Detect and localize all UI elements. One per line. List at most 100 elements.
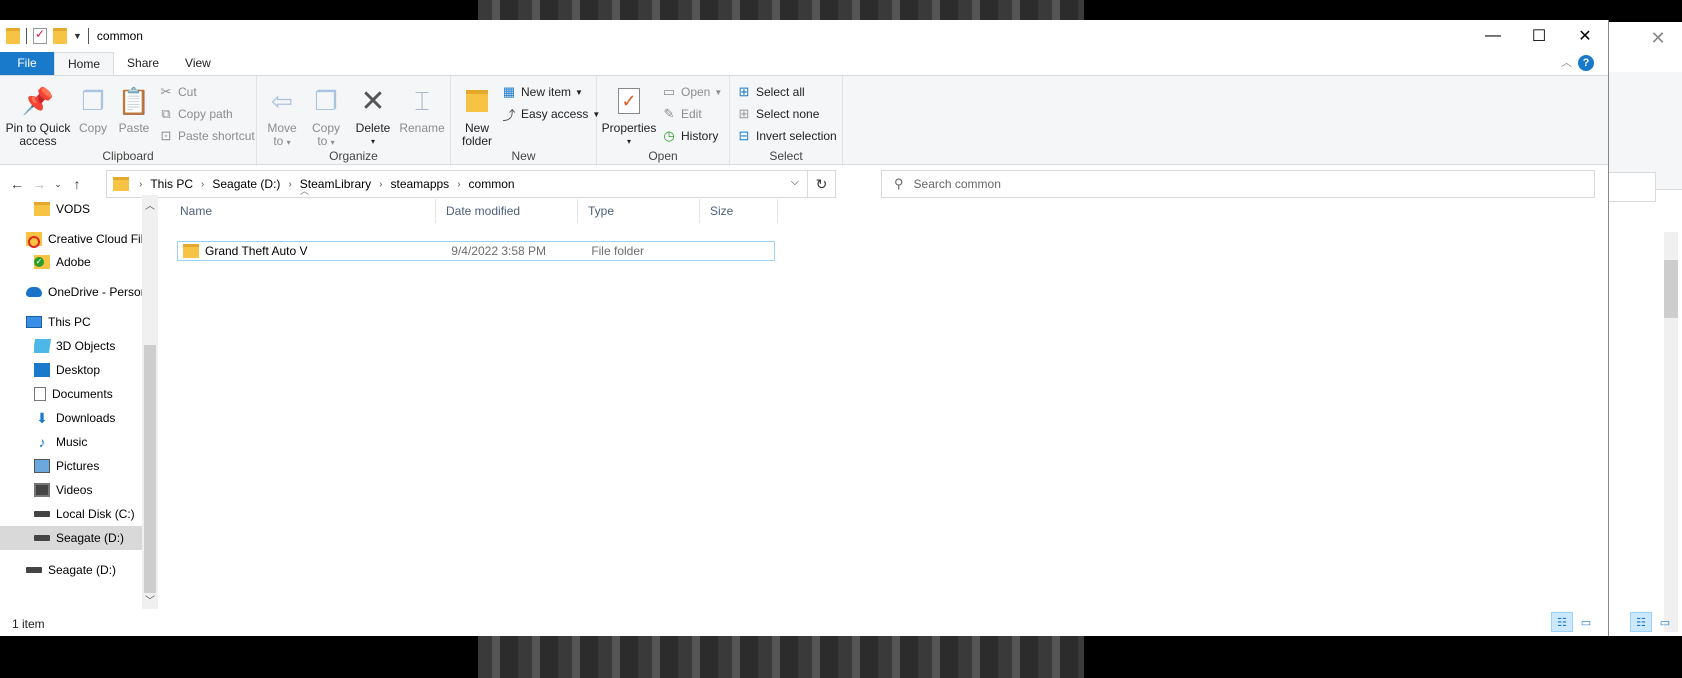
paste-shortcut-label: Paste shortcut [178,129,255,143]
new-folder-button[interactable]: New folder [457,80,497,148]
file-name: Grand Theft Auto V [205,244,308,258]
table-row[interactable]: Grand Theft Auto V 9/4/2022 3:58 PM File… [177,241,775,261]
close-button[interactable]: ✕ [1562,20,1608,52]
paste-button[interactable]: 📋 Paste [114,80,154,135]
breadcrumb-separator-icon[interactable]: › [288,179,291,190]
help-icon[interactable]: ? [1578,55,1594,71]
select-all-button[interactable]: ⊞ Select all [736,82,805,102]
select-none-label: Select none [756,107,820,121]
edit-button[interactable]: ✎ Edit [661,104,702,124]
maximize-button[interactable]: ☐ [1516,20,1562,52]
invert-selection-button[interactable]: ⊟ Invert selection [736,126,837,146]
customize-toolbar-dropdown-icon[interactable]: ▼ [73,31,82,41]
properties-label: Properties [601,121,657,135]
nav-item-seagate[interactable]: Seagate (D:) [26,558,158,582]
select-all-label: Select all [756,85,805,99]
nav-item-creative-cloud[interactable]: Creative Cloud Files [26,227,158,251]
breadcrumb-seagate[interactable]: Seagate (D:) [212,177,280,191]
title-bar[interactable]: ▼ common — ☐ ✕ [0,20,1608,52]
search-input[interactable]: ⚲ Search common [881,170,1595,198]
breadcrumb-separator-icon[interactable]: › [139,179,142,190]
nav-item-pictures[interactable]: Pictures [34,454,158,478]
history-button[interactable]: ◷ History [661,126,718,146]
move-to-icon: ⇦ [271,85,293,116]
nav-item-desktop[interactable]: Desktop [34,358,158,382]
breadcrumb-steamlibrary[interactable]: SteamLibrary [300,177,371,191]
forward-arrow-icon[interactable]: → [28,176,50,192]
copy-to-button[interactable]: ❐ Copy to ▾ [305,80,347,149]
chevron-down-icon: ▾ [626,137,631,146]
scroll-thumb[interactable] [144,345,156,593]
tab-home[interactable]: Home [54,52,115,75]
up-arrow-icon[interactable]: ↑ [66,176,88,192]
nav-item-adobe[interactable]: Adobe [34,250,158,274]
refresh-icon[interactable]: ↻ [807,171,835,197]
nav-item-this-pc[interactable]: This PC [26,310,158,334]
breadcrumb-separator-icon[interactable]: › [201,179,204,190]
large-icons-view-icon[interactable]: ▭ [1575,612,1597,632]
address-bar[interactable]: › This PC › Seagate (D:) › SteamLibrary … [106,170,836,198]
file-date-modified: 9/4/2022 3:58 PM [451,244,547,258]
delete-button[interactable]: ✕ Delete ▾ [349,80,397,148]
column-name-label: Name [180,204,213,218]
chevron-down-icon: ▼ [575,87,583,97]
scroll-down-chevron-icon[interactable]: ﹀ [142,592,158,607]
select-none-button[interactable]: ⊞ Select none [736,104,820,124]
breadcrumb-common[interactable]: common [469,177,515,191]
breadcrumb-steamapps[interactable]: steamapps [390,177,449,191]
scroll-up-chevron-icon[interactable]: ︿ [142,197,158,212]
recent-locations-chevron-icon[interactable]: ⌄ [50,179,66,190]
minimize-button[interactable]: — [1470,20,1516,52]
download-arrow-icon: ⬇ [36,410,48,426]
background-scroll-thumb[interactable] [1664,260,1678,318]
open-button[interactable]: ▭ Open ▼ [661,82,722,102]
details-view-icon[interactable]: ☷ [1551,612,1573,632]
nav-item-3d-objects[interactable]: 3D Objects [34,334,158,358]
new-item-button[interactable]: ▦ New item ▼ [501,82,583,102]
collapse-ribbon-icon[interactable]: ︿ [1561,54,1572,70]
nav-label: OneDrive - Personal [48,285,157,299]
address-dropdown-chevron-icon[interactable]: ⌵ [791,176,799,189]
pin-to-quick-access-button[interactable]: 📌 Pin to Quick access [4,80,72,148]
nav-item-documents[interactable]: Documents [34,382,158,406]
paste-shortcut-button[interactable]: ⊡ Paste shortcut [158,126,255,146]
background-large-icons-view-icon[interactable]: ▭ [1654,612,1676,632]
new-folder-icon[interactable] [53,28,67,44]
nav-label: Seagate (D:) [48,563,117,577]
nav-item-local-disk[interactable]: Local Disk (C:) [34,502,158,526]
tab-view[interactable]: View [172,52,224,75]
column-header-date-modified[interactable]: Date modified [436,199,578,223]
nav-item-onedrive[interactable]: OneDrive - Personal [26,280,158,304]
navigation-scrollbar[interactable]: ︿ ﹀ [142,195,158,609]
back-arrow-icon[interactable]: ← [6,176,28,192]
tab-share[interactable]: Share [114,52,172,75]
copy-path-button[interactable]: ⧉ Copy path [158,104,232,124]
file-type: File folder [591,244,644,258]
nav-item-downloads[interactable]: ⬇ Downloads [34,406,158,430]
rename-button[interactable]: ⌶ Rename [397,80,447,135]
properties-button[interactable]: ✓ Properties ▾ [601,80,657,148]
nav-item-music[interactable]: ♪ Music [34,430,158,454]
move-to-button[interactable]: ⇦ Move to ▾ [261,80,303,149]
organize-group: ⇦ Move to ▾ ❐ Copy to ▾ ✕ Delete ▾ ⌶ Ren… [257,76,451,166]
cut-button[interactable]: ✂ Cut [158,82,197,102]
clipboard-group-label: Clipboard [102,149,154,163]
move-label-2: to [273,134,284,148]
copy-button[interactable]: ❐ Copy [74,80,112,135]
breadcrumb-separator-icon[interactable]: › [379,179,382,190]
column-header-size[interactable]: Size [700,199,778,223]
nav-label: Music [56,435,88,449]
nav-item-vods[interactable]: VODS [34,197,158,221]
column-header-name[interactable]: Name [170,199,436,223]
breadcrumb-this-pc[interactable]: This PC [150,177,193,191]
tab-file[interactable]: File [0,52,54,75]
column-header-type[interactable]: Type [578,199,700,223]
easy-access-button[interactable]: ⤴ Easy access ▼ [501,104,600,124]
properties-icon[interactable] [33,27,47,44]
nav-item-videos[interactable]: Videos [34,478,158,502]
background-close-icon[interactable]: ✕ [1638,24,1678,52]
breadcrumb-separator-icon[interactable]: › [457,179,460,190]
background-details-view-icon[interactable]: ☷ [1630,612,1652,632]
nav-item-seagate-selected[interactable]: Seagate (D:) [0,526,142,550]
status-bar: 1 item [0,612,1609,636]
